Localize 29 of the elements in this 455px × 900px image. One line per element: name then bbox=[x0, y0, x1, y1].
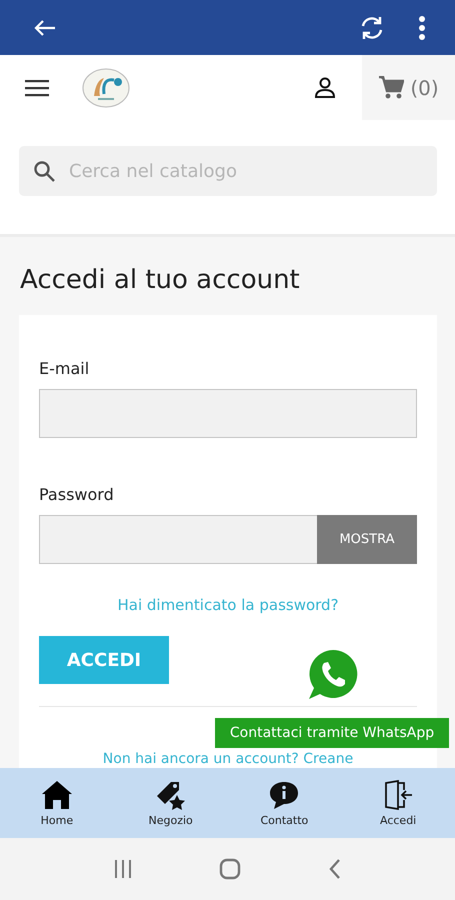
nav-item[interactable]: Accedi bbox=[341, 768, 455, 838]
login-button[interactable]: ACCEDI bbox=[39, 636, 169, 684]
cart-button[interactable]: (0) bbox=[362, 55, 455, 120]
door-enter-icon bbox=[382, 780, 414, 810]
show-password-button[interactable]: MOSTRA bbox=[317, 515, 417, 564]
back-arrow-icon bbox=[34, 18, 56, 36]
info-bubble-icon bbox=[268, 780, 300, 810]
whatsapp-contact-button[interactable]: Contattaci tramite WhatsApp bbox=[215, 718, 449, 748]
search-field[interactable]: Cerca nel catalogo bbox=[19, 146, 437, 196]
email-field[interactable] bbox=[39, 389, 417, 438]
search-icon bbox=[33, 160, 55, 182]
tag-star-icon bbox=[154, 780, 187, 810]
recent-apps-icon[interactable] bbox=[113, 859, 134, 879]
home-icon bbox=[40, 780, 73, 810]
page-title: Accedi al tuo account bbox=[20, 265, 301, 295]
email-label: E-mail bbox=[39, 359, 90, 378]
nav-item[interactable]: Contatto bbox=[228, 768, 342, 838]
whatsapp-icon[interactable] bbox=[306, 648, 360, 702]
refresh-icon bbox=[359, 14, 385, 40]
password-field[interactable] bbox=[39, 515, 317, 564]
back-chevron-icon[interactable] bbox=[328, 858, 342, 880]
cart-icon bbox=[378, 76, 404, 100]
register-link[interactable]: Non hai ancora un account? Creane bbox=[102, 751, 354, 767]
more-dots-icon bbox=[418, 14, 426, 40]
nav-item[interactable]: Home bbox=[0, 768, 114, 838]
forgot-password-link[interactable]: Hai dimenticato la password? bbox=[117, 596, 339, 614]
logo-icon[interactable] bbox=[82, 68, 130, 108]
password-label: Password bbox=[39, 485, 115, 504]
nav-item[interactable]: Negozio bbox=[114, 768, 228, 838]
